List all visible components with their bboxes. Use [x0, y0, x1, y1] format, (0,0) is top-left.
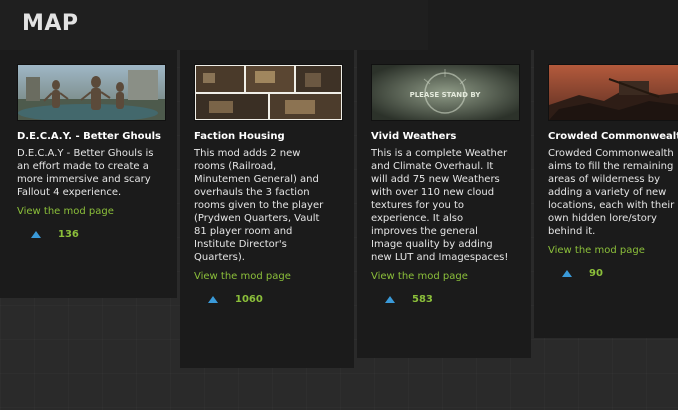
please-stand-by-screenshot-icon: PLEASE STAND BY: [372, 65, 519, 120]
mod-thumbnail[interactable]: [17, 64, 166, 121]
wasteland-screenshot-icon: [549, 65, 678, 120]
thumbnail-caption: PLEASE STAND BY: [410, 91, 482, 99]
mod-thumbnail[interactable]: PLEASE STAND BY: [371, 64, 520, 121]
header-shade: [428, 0, 678, 50]
view-mod-page-link[interactable]: View the mod page: [371, 271, 468, 282]
mod-title[interactable]: D.E.C.A.Y. - Better Ghouls: [17, 131, 163, 142]
upvote-arrow-icon[interactable]: [385, 295, 395, 303]
mod-title[interactable]: Vivid Weathers: [371, 131, 517, 142]
mod-description: D.E.C.A.Y - Better Ghouls is an effort m…: [17, 148, 154, 198]
upvote-arrow-icon[interactable]: [562, 269, 572, 277]
mod-card-faction-housing: Faction Housing This mod adds 2 new room…: [180, 50, 354, 368]
view-mod-page-link[interactable]: View the mod page: [17, 206, 114, 217]
mod-title[interactable]: Faction Housing: [194, 131, 340, 142]
vote-count: 90: [589, 267, 603, 279]
mod-card-vivid-weathers: PLEASE STAND BY Vivid Weathers This is a…: [357, 50, 531, 358]
vote-count: 583: [412, 293, 433, 305]
vote-row: 90: [562, 266, 664, 280]
mod-description: This mod adds 2 new rooms (Railroad, Min…: [194, 148, 324, 263]
ghouls-screenshot-icon: [18, 65, 165, 120]
vote-count: 1060: [235, 293, 263, 305]
view-mod-page-link[interactable]: View the mod page: [194, 271, 291, 282]
mod-thumbnail[interactable]: [194, 64, 343, 121]
vote-count: 136: [58, 228, 79, 240]
mod-card-decay: D.E.C.A.Y. - Better Ghouls D.E.C.A.Y - B…: [0, 50, 177, 298]
rooms-collage-screenshot-icon: [195, 65, 342, 120]
mod-thumbnail[interactable]: [548, 64, 678, 121]
upvote-arrow-icon[interactable]: [31, 230, 41, 238]
mod-description: Crowded Commonwealth aims to fill the re…: [548, 148, 675, 237]
vote-row: 1060: [208, 292, 340, 306]
upvote-arrow-icon[interactable]: [208, 295, 218, 303]
mod-card-crowded-commonwealth: Crowded Commonwealth Crowded Commonwealt…: [534, 50, 678, 338]
view-mod-page-link[interactable]: View the mod page: [548, 245, 645, 256]
mod-description: This is a complete Weather and Climate O…: [371, 148, 509, 263]
mod-title[interactable]: Crowded Commonwealth: [548, 131, 678, 142]
vote-row: 583: [385, 292, 517, 306]
section-title: MAP: [22, 11, 79, 36]
vote-row: 136: [31, 227, 163, 241]
section-header: MAP: [0, 0, 678, 50]
